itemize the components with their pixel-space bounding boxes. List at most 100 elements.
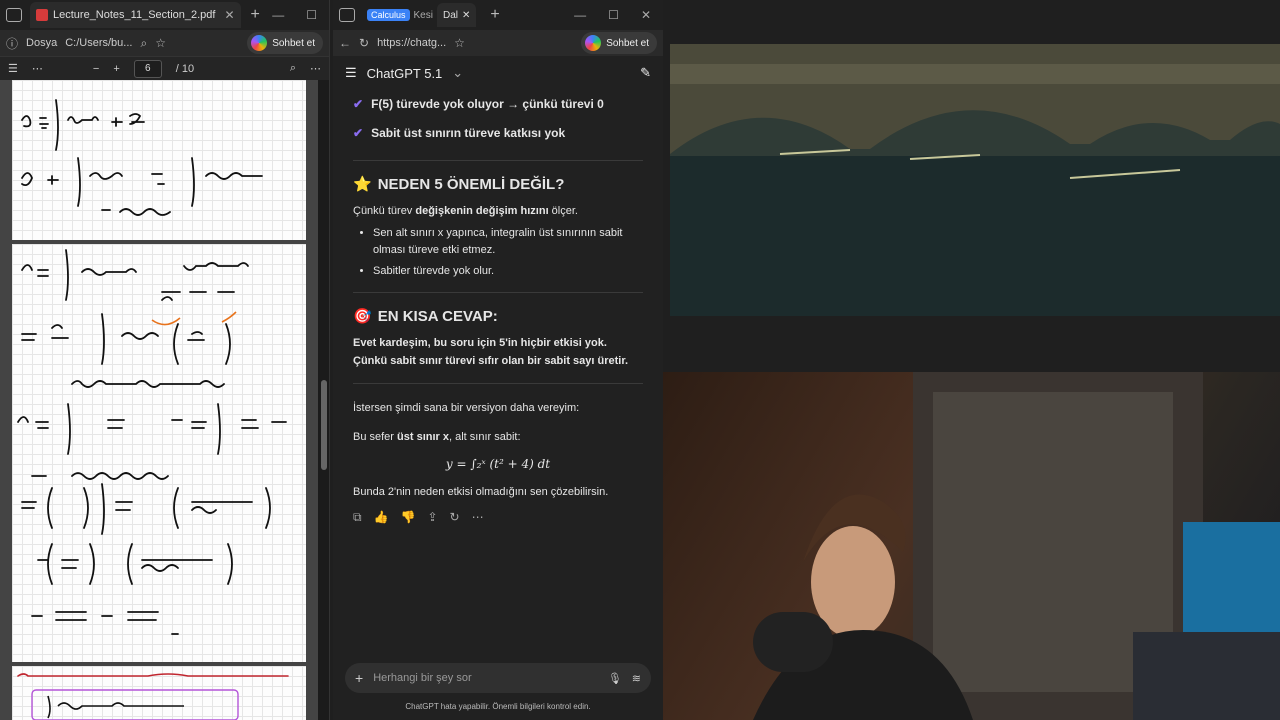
- bridge-illustration: [670, 44, 1280, 316]
- new-tab-icon[interactable]: +: [251, 6, 260, 24]
- handwriting-2: [17, 249, 287, 635]
- disclaimer: ChatGPT hata yapabilir. Önemli bilgileri…: [405, 702, 591, 711]
- target-icon: 🎯: [353, 308, 372, 326]
- address-bar: ← ↻ https://chatg... ☆ Sohbet et: [333, 30, 663, 56]
- pdf-scrollbar[interactable]: [318, 80, 329, 720]
- tab-1[interactable]: Kesi: [414, 10, 433, 21]
- address-label: Dosya: [26, 37, 58, 49]
- microphone-icon[interactable]: 🎙: [608, 672, 622, 685]
- page-total: / 10: [175, 62, 195, 75]
- check-icon: ✔: [353, 125, 364, 140]
- minimize-icon[interactable]: —: [574, 8, 586, 22]
- thumbs-down-icon[interactable]: 👎: [401, 508, 416, 527]
- zoom-in-icon[interactable]: +: [113, 63, 119, 75]
- tab-actions-icon[interactable]: [6, 8, 22, 22]
- plus-icon[interactable]: +: [355, 670, 363, 686]
- pdf-icon: [36, 9, 48, 21]
- favorite-icon[interactable]: ☆: [454, 36, 465, 50]
- scroll-thumb[interactable]: [321, 380, 327, 470]
- tab-2[interactable]: Dal ✕: [436, 3, 477, 27]
- search-icon[interactable]: ⌕: [290, 62, 296, 75]
- para-exercise: Bunda 2'nin neden etkisi olmadığını sen …: [353, 485, 609, 498]
- page-number-input[interactable]: 6: [133, 59, 162, 78]
- star-icon: ⭐: [353, 176, 372, 193]
- url-text[interactable]: https://chatg...: [377, 37, 446, 49]
- chatgpt-browser-window: Calculus Kesi Dal ✕ + — ☐ ✕ ← ↻ https://…: [333, 0, 663, 720]
- tab-group-calculus[interactable]: Calculus: [367, 9, 410, 21]
- chat-thread: ✔ F(5) türevde yok oluyor → çünkü türevi …: [333, 90, 663, 650]
- check-item: ✔ F(5) türevde yok oluyor → çünkü türevi …: [353, 90, 643, 119]
- tab-actions-icon[interactable]: [339, 8, 355, 22]
- regenerate-icon[interactable]: ↻: [450, 508, 460, 527]
- more-icon[interactable]: ⋯: [472, 508, 484, 527]
- close-tab-icon[interactable]: ✕: [462, 10, 470, 21]
- tab-2-label: Dal: [442, 9, 458, 21]
- pdf-browser-window: Lecture_Notes_11_Section_2.pdf ✕ + — ☐ ⓘ…: [0, 0, 330, 720]
- prompt-placeholder[interactable]: Herhangi bir şey sor: [373, 672, 471, 684]
- share-icon[interactable]: ⇪: [427, 508, 437, 527]
- heading-why: ⭐ NEDEN 5 ÖNEMLİ DEĞİL?: [353, 173, 643, 197]
- copilot-button[interactable]: Sohbet et: [581, 32, 657, 54]
- para-offer: İstersen şimdi sana bir versiyon daha ve…: [353, 401, 580, 414]
- copilot-button[interactable]: Sohbet et: [247, 32, 323, 54]
- tab-strip: Calculus Kesi Dal ✕ + — ☐ ✕: [333, 0, 663, 30]
- sidebar-toggle-icon[interactable]: ☰: [345, 65, 357, 81]
- close-window-icon[interactable]: ✕: [641, 8, 651, 22]
- chat-header: ☰ ChatGPT 5.1 ⌄ ✎: [333, 56, 663, 90]
- zoom-out-icon[interactable]: −: [93, 63, 99, 75]
- list-item: Sen alt sınırı x yapınca, integralin üst…: [373, 225, 643, 260]
- new-chat-icon[interactable]: ✎: [640, 65, 651, 81]
- copilot-label: Sohbet et: [606, 37, 649, 49]
- chevron-down-icon[interactable]: ⌄: [452, 65, 463, 81]
- tab-title: Lecture_Notes_11_Section_2.pdf: [53, 9, 216, 21]
- pdf-page-handwritten-2: [12, 244, 306, 662]
- tab-pdf[interactable]: Lecture_Notes_11_Section_2.pdf ✕: [30, 2, 241, 28]
- pdf-page-theorem: [12, 666, 306, 720]
- divider: [353, 382, 643, 384]
- copilot-label: Sohbet et: [272, 37, 315, 49]
- prompt-input[interactable]: + Herhangi bir şey sor 🎙 ≋: [345, 663, 651, 693]
- info-icon[interactable]: ⓘ: [6, 35, 18, 52]
- short-answer-1: Evet kardeşim, bu soru için 5'in hiçbir …: [353, 337, 607, 350]
- why-intro: Çünkü türev değişkenin değişim hızını öl…: [353, 205, 578, 217]
- zoom-icon[interactable]: ⌕: [140, 36, 147, 51]
- back-icon[interactable]: ←: [339, 36, 351, 50]
- webcam-scene: [753, 372, 1280, 720]
- new-tab-icon[interactable]: +: [490, 6, 499, 24]
- check-icon: ✔: [353, 96, 364, 111]
- video-bridge-scene: [670, 44, 1280, 316]
- model-selector[interactable]: ChatGPT 5.1: [367, 66, 443, 81]
- equation: y = ∫₂ˣ (t² + 4) dt: [445, 456, 551, 471]
- maximize-icon[interactable]: ☐: [608, 8, 619, 22]
- pdf-toolbar: ☰ ⋯ − + 6 / 10 ⌕ ⋯: [0, 56, 329, 80]
- short-answer-2: Çünkü sabit sınır türevi sıfır olan bir …: [353, 354, 629, 367]
- more-icon[interactable]: ⋯: [32, 62, 43, 75]
- divider: [353, 292, 643, 294]
- para-upper-bound: Bu sefer üst sınır x, alt sınır sabit:: [353, 431, 521, 444]
- pdf-viewport[interactable]: [0, 80, 318, 720]
- copilot-icon: [585, 35, 602, 51]
- window-controls: — ☐ ✕: [574, 8, 663, 22]
- tab-strip: Lecture_Notes_11_Section_2.pdf ✕ + — ☐: [0, 0, 329, 30]
- window-controls: — ☐: [272, 8, 329, 22]
- heading-short: 🎯 EN KISA CEVAP:: [353, 305, 643, 329]
- divider: [353, 160, 643, 161]
- address-bar: ⓘ Dosya C:/Users/bu... ⌕ ☆ Sohbet et: [0, 30, 329, 56]
- address-path[interactable]: C:/Users/bu...: [65, 37, 132, 49]
- voice-mode-icon[interactable]: ≋: [632, 672, 641, 685]
- favorite-icon[interactable]: ☆: [155, 36, 166, 50]
- pdf-page-handwritten-1: [12, 80, 306, 240]
- close-tab-icon[interactable]: ✕: [224, 8, 234, 22]
- copilot-icon: [251, 35, 268, 51]
- handwriting-1: [21, 99, 263, 216]
- webcam-feed: [663, 372, 1280, 720]
- maximize-icon[interactable]: ☐: [306, 8, 317, 22]
- message-actions: ⧉ 👍 👎 ⇪ ↻ ⋯: [353, 508, 643, 527]
- contents-icon[interactable]: ☰: [8, 62, 18, 75]
- minimize-icon[interactable]: —: [272, 8, 284, 22]
- overflow-icon[interactable]: ⋯: [310, 62, 321, 75]
- copy-icon[interactable]: ⧉: [353, 508, 362, 527]
- list-item: Sabitler türevde yok olur.: [373, 263, 643, 281]
- thumbs-up-icon[interactable]: 👍: [374, 508, 389, 527]
- refresh-icon[interactable]: ↻: [359, 36, 369, 50]
